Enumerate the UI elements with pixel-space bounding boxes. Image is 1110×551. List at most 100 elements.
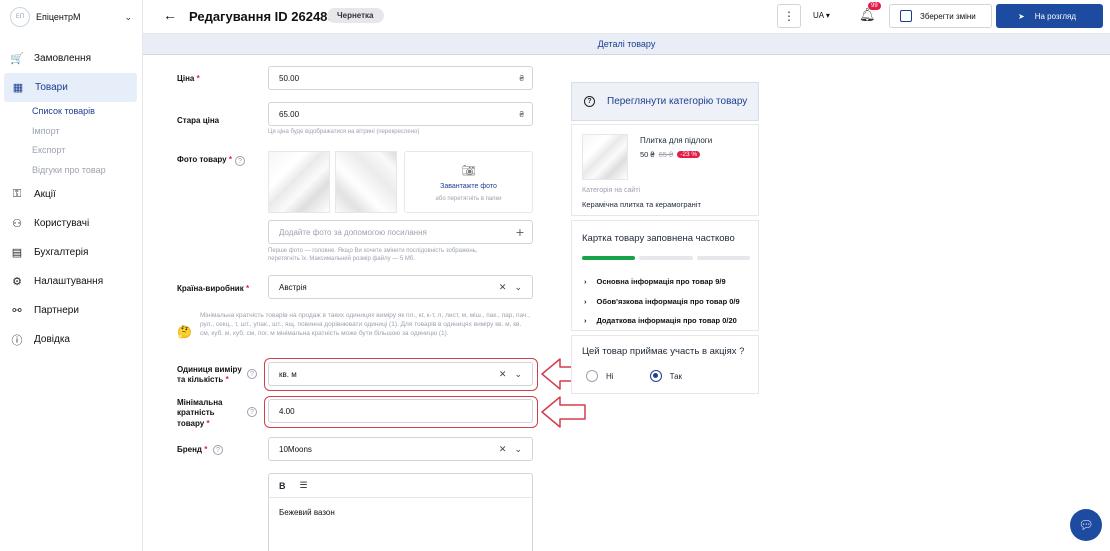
brand-value: 10Moons [279,444,312,454]
chevron-down-icon[interactable]: ⌄ [124,12,132,23]
help-icon[interactable]: ? [247,407,257,417]
sidebar-item-label: Бухгалтерія [34,247,89,258]
sidebar-item-promotions[interactable]: ⚿ Акції [0,180,142,209]
users-icon: ⚇ [12,218,22,230]
description-editor[interactable]: B ☰ Бежевий вазон [268,473,533,551]
sidebar-item-label: Замовлення [34,53,91,64]
country-value: Австрія [279,282,307,292]
brand-switcher[interactable]: ЕП ЕпіцентрМ ⌄ [0,0,142,34]
description-text[interactable]: Бежевий вазон [269,498,532,527]
help-icon[interactable]: ? [213,445,223,455]
discount-badge: -23 % [677,151,701,158]
promo-no-radio[interactable] [586,370,598,382]
language-select[interactable]: UA ▾ [813,11,830,20]
fill-rows: › Основна інформація про товар 9/9 › Обов'… [584,272,740,331]
sidebar-item-products[interactable]: ▦ Товари [4,73,137,102]
sidebar-subitem-import[interactable]: Імпорт [0,122,142,142]
sidebar-item-settings[interactable]: ⚙ Налаштування [0,267,142,296]
sidebar-item-help[interactable]: ⓘ Довідка [0,325,142,354]
sidebar-item-label: Довідка [34,334,70,345]
currency-symbol: ₴ [519,109,524,119]
sidebar-item-users[interactable]: ⚇ Користувачі [0,209,142,238]
price-input[interactable]: 50.00 ₴ [268,66,533,90]
promo-question: Цей товар приймає участь в акціях ? [582,346,745,357]
product-details-form: Ціна * 50.00 ₴ Стара ціна 65.00 ₴ Ця цін… [143,55,1110,551]
promo-card: Цей товар приймає участь в акціях ? Ні Т… [571,335,759,394]
sidebar-item-label: Акції [34,189,56,200]
old-price-input[interactable]: 65.00 ₴ [268,102,533,126]
brand-select[interactable]: 10Moons ✕ ⌄ [268,437,533,461]
fill-status-title: Картка товару заповнена частково [582,233,735,244]
sidebar-item-label: Користувачі [34,218,90,229]
sidebar-subitem-reviews[interactable]: Відгуки про товар [0,161,142,181]
save-button[interactable]: Зберегти зміни [889,4,992,28]
promo-yes-radio[interactable] [649,370,662,382]
chat-support-button[interactable]: 💬︎ [1070,509,1102,541]
unit-label-text: Одиниця виміру та кількість [177,365,242,385]
help-icon[interactable]: ? [247,369,257,379]
camera-icon: 📷︎ [461,165,476,177]
highlight-frame [264,358,538,391]
price-label-text: Ціна [177,74,195,83]
clear-icon[interactable]: ✕ [499,444,507,455]
plus-icon[interactable]: + [516,224,524,240]
old-price-value: 65.00 [279,109,300,119]
editor-toolbar: B ☰ [269,474,532,498]
min-multiplicity-label: Мінімальна кратність товару * [177,398,237,429]
required-mark: * [245,284,250,293]
product-preview-old-price: 65 ₴ [658,150,674,159]
chevron-down-icon[interactable]: ⌄ [514,282,522,293]
photo-url-input[interactable]: Додайте фото за допомогою посилання + [268,220,533,244]
fill-progress-bar [582,256,750,260]
country-label: Країна-виробник * [177,284,249,293]
product-preview-price: 50 ₴ [640,150,655,159]
view-category-link[interactable]: ? Переглянути категорію товару [571,82,759,121]
help-icon: ⓘ [11,334,23,347]
more-options-button[interactable]: ⋮ [777,4,801,28]
fill-row-additional[interactable]: › Додаткова інформація про товар 0/20 [584,311,740,331]
more-vertical-icon: ⋮ [783,9,795,23]
question-icon: ? [584,96,595,107]
sidebar-item-accounting[interactable]: ▤ Бухгалтерія [0,238,142,267]
clear-icon[interactable]: ✕ [499,282,507,293]
fill-row-basic[interactable]: › Основна інформація про товар 9/9 [584,272,740,292]
sidebar-item-partners[interactable]: ⚯ Партнери [0,296,142,325]
help-icon[interactable]: ? [235,156,245,166]
price-label: Ціна * [177,74,200,83]
chevron-right-icon: › [584,316,587,326]
required-mark: * [225,375,229,385]
submit-review-button[interactable]: ➤ На розгляд [996,4,1103,28]
promo-no-label: Ні [606,371,614,381]
sidebar: ЕП ЕпіцентрМ ⌄ 🛒 Замовлення ▦ Товари Спи… [0,0,143,551]
sidebar-item-orders[interactable]: 🛒 Замовлення [0,44,142,73]
chat-icon: 💬︎ [1078,518,1094,532]
product-preview-card: Плитка для підлоги 50 ₴ 65 ₴ -23 % Катег… [571,124,759,216]
back-arrow-icon[interactable]: ← [163,7,177,23]
required-mark: * [228,155,232,164]
brand-label-text: Бренд [177,445,202,454]
photo-label: Фото товару * [177,155,232,164]
save-icon [900,10,912,22]
brand-label: Бренд * [177,445,207,454]
country-select[interactable]: Австрія ✕ ⌄ [268,275,533,299]
partners-icon: ⚯ [12,305,22,317]
progress-segment [582,256,636,260]
sidebar-subitem-export[interactable]: Експорт [0,141,142,161]
list-icon[interactable]: ☰ [300,480,308,491]
product-photo-2[interactable] [335,151,397,213]
sidebar-item-label: Товари [35,82,68,93]
bold-icon[interactable]: B [279,481,286,491]
product-photo-1[interactable] [268,151,330,213]
products-icon: ▦ [12,82,24,94]
fill-row-required[interactable]: › Обов'язкова інформація про товар 0/9 [584,292,740,312]
progress-segment [639,256,693,260]
fill-row-label: Основна інформація про товар 9/9 [596,277,726,287]
chevron-right-icon: › [584,277,587,287]
sidebar-subitem-product-list[interactable]: Список товарів [0,102,142,122]
annotation-arrow-left-icon [541,396,586,428]
submit-review-label: На розгляд [1034,11,1077,21]
product-preview-price-row: 50 ₴ 65 ₴ -23 % [640,150,701,159]
highlight-frame [264,396,538,428]
photo-upload-dropzone[interactable]: 📷︎ Завантажте фото або перетягніть в пап… [404,151,533,213]
chevron-down-icon[interactable]: ⌄ [514,444,522,455]
